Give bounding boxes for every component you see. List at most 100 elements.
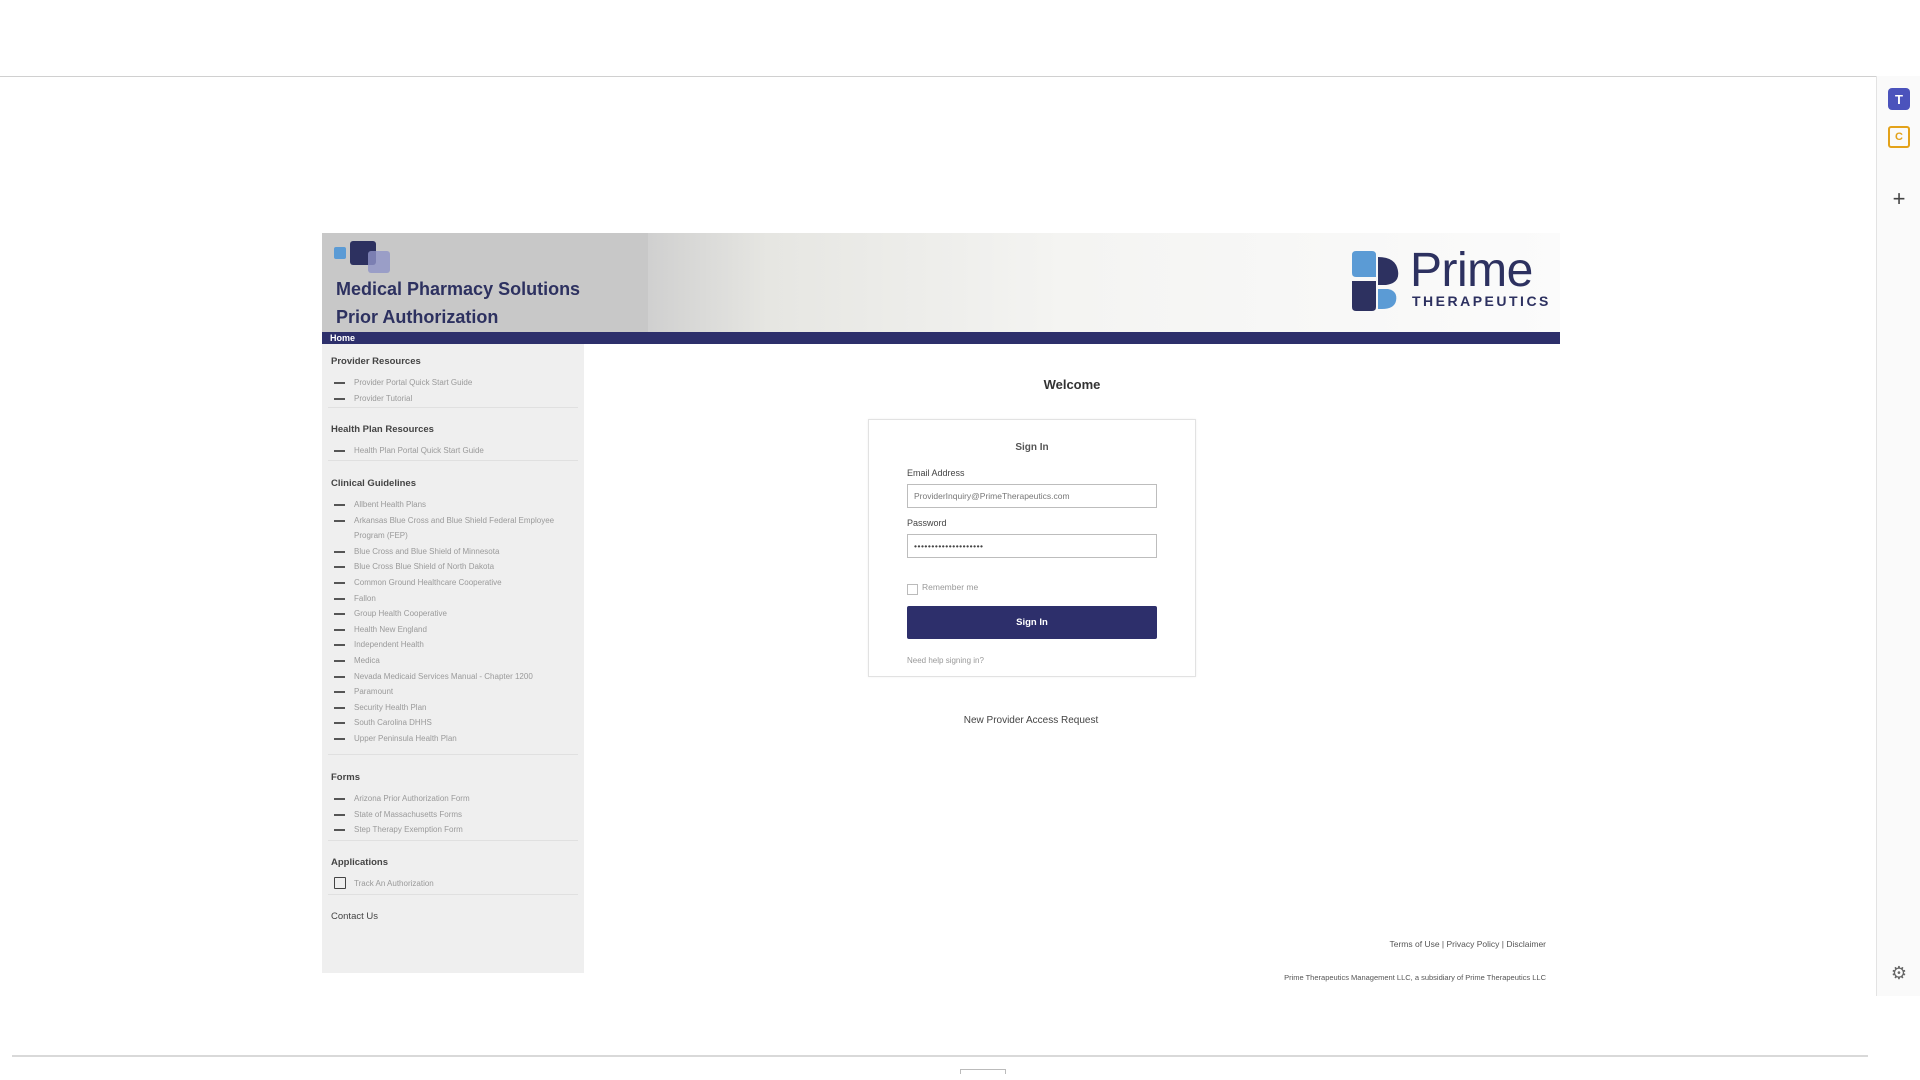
scroll-track [12, 1055, 1868, 1057]
sidebar-link[interactable]: Independent Health [322, 637, 584, 653]
sidebar-section-clinical-guidelines: Clinical Guidelines Allbent Health Plans… [322, 478, 584, 747]
calendar-icon[interactable]: C [1888, 126, 1910, 148]
sidebar-link-label: Common Ground Healthcare Cooperative [354, 577, 502, 587]
app-frame: Medical Pharmacy Solutions Prior Authori… [322, 233, 1560, 982]
sidebar-link-label: Blue Cross Blue Shield of North Dakota [354, 562, 495, 572]
brand-name: Prime [1410, 244, 1533, 297]
sidebar-link[interactable]: Health New England [322, 622, 584, 638]
sidebar-link[interactable]: Arizona Prior Authorization Form [322, 791, 584, 807]
dash-icon [334, 737, 345, 740]
dash-icon [334, 644, 345, 647]
brand-subtitle: THERAPEUTICS [1412, 293, 1551, 309]
dash-icon [334, 691, 345, 694]
sidebar-link[interactable]: Medica [322, 653, 584, 669]
sidebar-link[interactable]: Fallon [322, 591, 584, 607]
sidebar-heading: Clinical Guidelines [331, 478, 416, 489]
sidebar-link-label: Group Health Cooperative [354, 609, 447, 619]
remember-me-checkbox[interactable] [907, 584, 918, 595]
sidebar-contact-us[interactable]: Contact Us [322, 911, 584, 922]
sidebar-link-label: Step Therapy Exemption Form [354, 825, 463, 835]
divider [328, 894, 578, 895]
email-label: Email Address [907, 468, 965, 478]
dash-icon [334, 581, 345, 584]
scroll-handle[interactable] [960, 1069, 1006, 1074]
app-title-line1: Medical Pharmacy Solutions [336, 279, 581, 299]
sidebar-link-label: Nevada Medicaid Services Manual - Chapte… [354, 671, 533, 681]
sidebar-link[interactable]: Paramount [322, 684, 584, 700]
dash-icon [334, 722, 345, 725]
sidebar-link-label: Health Plan Portal Quick Start Guide [354, 446, 484, 455]
sidebar-link-label: South Carolina DHHS [354, 718, 432, 728]
sidebar-link[interactable]: Security Health Plan [322, 700, 584, 716]
sidebar: Provider Resources Provider Portal Quick… [322, 344, 584, 973]
sidebar-link[interactable]: Provider Tutorial [322, 391, 584, 407]
dash-icon [334, 813, 345, 816]
divider [328, 840, 578, 841]
sidebar-link[interactable]: Nevada Medicaid Services Manual - Chapte… [322, 669, 584, 685]
prime-logo-mark-icon [1352, 251, 1399, 311]
sidebar-link-label: Fallon [354, 593, 376, 603]
dash-icon [334, 829, 345, 832]
sidebar-heading: Forms [331, 772, 361, 783]
new-provider-access-link[interactable]: New Provider Access Request [868, 715, 1194, 726]
browser-viewport: Medical Pharmacy Solutions Prior Authori… [0, 76, 1876, 1074]
dash-icon [334, 566, 345, 569]
need-help-link[interactable]: Need help signing in? [907, 656, 984, 665]
sidebar-link-label: Provider Tutorial [354, 393, 413, 403]
remember-me-label: Remember me [922, 582, 979, 592]
sidebar-link[interactable]: Common Ground Healthcare Cooperative [322, 575, 584, 591]
sidebar-link[interactable]: Allbent Health Plans [322, 497, 584, 513]
sidebar-section-applications: Applications Track An Authorization [322, 857, 584, 892]
header-title-panel: Medical Pharmacy Solutions Prior Authori… [322, 233, 648, 332]
sidebar-link-label: Independent Health [354, 640, 424, 650]
welcome-heading: Welcome [1043, 377, 1101, 392]
teams-icon[interactable]: T [1888, 88, 1910, 110]
sign-in-card: Sign In Email Address ProviderInquiry@Pr… [868, 419, 1196, 677]
sidebar-link-track-authorization[interactable]: Track An Authorization [322, 876, 584, 892]
divider [328, 407, 578, 408]
nav-home-link[interactable]: Home [330, 332, 355, 344]
sidebar-link-label: Security Health Plan [354, 702, 427, 712]
sidebar-link[interactable]: Upper Peninsula Health Plan [322, 731, 584, 747]
sidebar-link-label: Arizona Prior Authorization Form [354, 794, 470, 803]
sidebar-link[interactable]: South Carolina DHHS [322, 715, 584, 731]
sidebar-link-label: Paramount [354, 687, 394, 697]
sidebar-link[interactable]: State of Massachusetts Forms [322, 807, 584, 823]
dash-icon [334, 675, 345, 678]
sidebar-link[interactable]: Group Health Cooperative [322, 606, 584, 622]
password-field[interactable]: •••••••••••••••••••• [907, 534, 1157, 558]
sidebar-link[interactable]: Arkansas Blue Cross and Blue Shield Fede… [322, 513, 584, 544]
sidebar-link-label: Allbent Health Plans [354, 500, 427, 509]
dash-icon [334, 659, 345, 662]
dash-icon [334, 550, 345, 553]
app-title: Medical Pharmacy Solutions Prior Authori… [336, 275, 580, 331]
sidebar-heading: Applications [331, 857, 389, 868]
contact-us-link[interactable]: Contact Us [322, 911, 584, 922]
sign-in-title: Sign In [1015, 442, 1049, 453]
sidebar-link-label: Medica [354, 655, 380, 665]
sidebar-link[interactable]: Blue Cross Blue Shield of North Dakota [322, 559, 584, 575]
plus-icon[interactable]: + [1888, 186, 1910, 211]
footer-copyright: Prime Therapeutics Management LLC, a sub… [1284, 973, 1546, 982]
gear-icon[interactable]: ⚙ [1888, 962, 1910, 984]
password-label: Password [907, 518, 947, 528]
prime-logo: Prime THERAPEUTICS [1350, 244, 1560, 313]
dash-icon [334, 519, 345, 522]
dash-icon [334, 706, 345, 709]
divider [328, 754, 578, 755]
sidebar-link[interactable]: Blue Cross and Blue Shield of Minnesota [322, 544, 584, 560]
sidebar-link[interactable]: Step Therapy Exemption Form [322, 822, 584, 838]
sidebar-link-label: Blue Cross and Blue Shield of Minnesota [354, 546, 500, 556]
browser-side-rail: T C + ⚙ [1876, 76, 1920, 996]
app-logo-icon [334, 239, 394, 273]
divider [328, 460, 578, 461]
footer-links[interactable]: Terms of Use | Privacy Policy | Disclaim… [1390, 939, 1547, 949]
external-link-icon [334, 877, 346, 889]
sidebar-link-label: Health New England [354, 624, 427, 634]
sign-in-button[interactable]: Sign In [907, 606, 1157, 639]
email-field[interactable]: ProviderInquiry@PrimeTherapeutics.com [907, 484, 1157, 508]
sidebar-link[interactable]: Health Plan Portal Quick Start Guide [322, 443, 584, 459]
header: Medical Pharmacy Solutions Prior Authori… [322, 233, 1560, 332]
dash-icon [334, 628, 345, 631]
sidebar-section-health-plan-resources: Health Plan Resources Health Plan Portal… [322, 424, 584, 459]
